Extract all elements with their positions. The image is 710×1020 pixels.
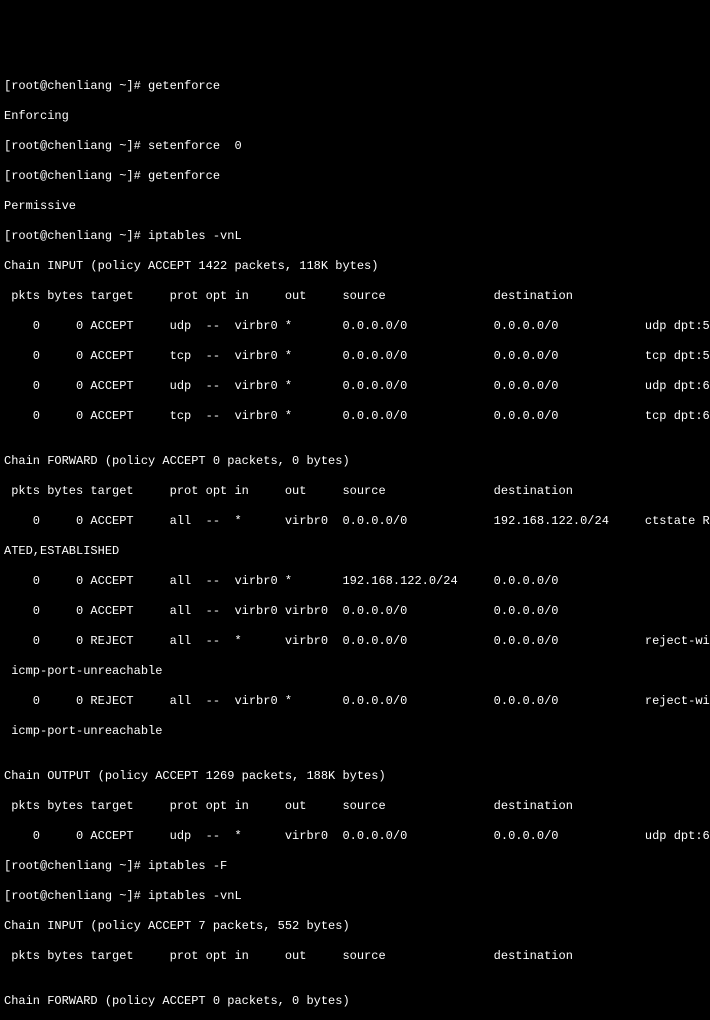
output-line: Chain OUTPUT (policy ACCEPT 1269 packets… [4, 769, 706, 784]
output-line: pkts bytes target prot opt in out source… [4, 484, 706, 499]
terminal-window[interactable]: [root@chenliang ~]# getenforce Enforcing… [4, 64, 706, 1020]
prompt-line: [root@chenliang ~]# getenforce [4, 79, 706, 94]
output-line: Enforcing [4, 109, 706, 124]
output-line: icmp-port-unreachable [4, 664, 706, 679]
prompt-line: [root@chenliang ~]# iptables -F [4, 859, 706, 874]
output-line: ATED,ESTABLISHED [4, 544, 706, 559]
output-line: 0 0 ACCEPT udp -- virbr0 * 0.0.0.0/0 0.0… [4, 379, 706, 394]
output-line: 0 0 ACCEPT all -- virbr0 * 192.168.122.0… [4, 574, 706, 589]
output-line: Chain INPUT (policy ACCEPT 1422 packets,… [4, 259, 706, 274]
output-line: pkts bytes target prot opt in out source… [4, 949, 706, 964]
output-line: 0 0 ACCEPT tcp -- virbr0 * 0.0.0.0/0 0.0… [4, 409, 706, 424]
prompt-line: [root@chenliang ~]# iptables -vnL [4, 889, 706, 904]
output-line: pkts bytes target prot opt in out source… [4, 799, 706, 814]
output-line: 0 0 ACCEPT all -- * virbr0 0.0.0.0/0 192… [4, 514, 706, 529]
output-line: 0 0 ACCEPT tcp -- virbr0 * 0.0.0.0/0 0.0… [4, 349, 706, 364]
output-line: Chain FORWARD (policy ACCEPT 0 packets, … [4, 994, 706, 1009]
output-line: pkts bytes target prot opt in out source… [4, 289, 706, 304]
prompt-line: [root@chenliang ~]# getenforce [4, 169, 706, 184]
output-line: Chain INPUT (policy ACCEPT 7 packets, 55… [4, 919, 706, 934]
output-line: Chain FORWARD (policy ACCEPT 0 packets, … [4, 454, 706, 469]
output-line: 0 0 ACCEPT all -- virbr0 virbr0 0.0.0.0/… [4, 604, 706, 619]
output-line: 0 0 ACCEPT udp -- * virbr0 0.0.0.0/0 0.0… [4, 829, 706, 844]
output-line: 0 0 REJECT all -- * virbr0 0.0.0.0/0 0.0… [4, 634, 706, 649]
output-line: 0 0 REJECT all -- virbr0 * 0.0.0.0/0 0.0… [4, 694, 706, 709]
output-line: Permissive [4, 199, 706, 214]
output-line: icmp-port-unreachable [4, 724, 706, 739]
prompt-line: [root@chenliang ~]# setenforce 0 [4, 139, 706, 154]
output-line: 0 0 ACCEPT udp -- virbr0 * 0.0.0.0/0 0.0… [4, 319, 706, 334]
prompt-line: [root@chenliang ~]# iptables -vnL [4, 229, 706, 244]
